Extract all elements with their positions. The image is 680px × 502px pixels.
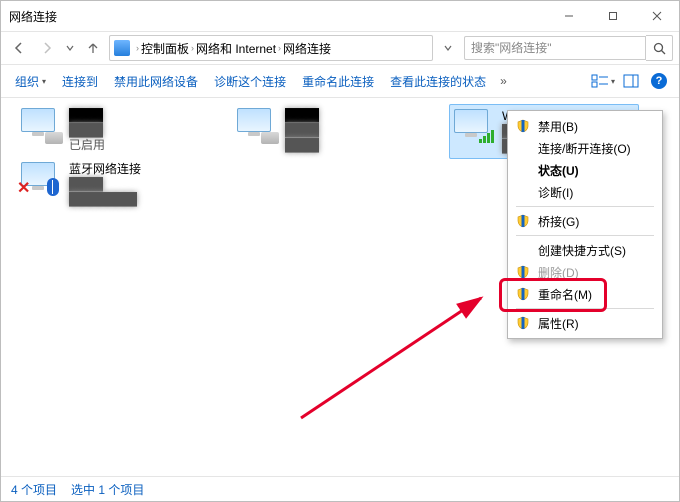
disable-device-button[interactable]: 禁用此网络设备 <box>108 70 204 93</box>
chevron-down-icon: ▾ <box>42 77 46 86</box>
shield-icon <box>516 316 530 330</box>
breadcrumb-item[interactable]: 网络连接 <box>283 40 331 57</box>
up-button[interactable] <box>81 36 105 60</box>
close-button[interactable] <box>635 1 679 31</box>
connection-item[interactable]: ████ ████ 已启用 <box>17 104 225 157</box>
connect-to-button[interactable]: 连接到 <box>56 70 104 93</box>
view-status-button[interactable]: 查看此连接的状态 <box>384 70 492 93</box>
chevron-right-icon: › <box>278 43 281 53</box>
view-options-button[interactable]: ▾ <box>591 69 615 93</box>
window-title: 网络连接 <box>9 8 57 25</box>
ctx-connect[interactable]: 连接/断开连接(O) <box>510 137 660 159</box>
connection-name: ████ <box>285 108 319 123</box>
ctx-bridge[interactable]: 桥接(G) <box>510 210 660 232</box>
search-input[interactable]: 搜索"网络连接" <box>464 36 646 60</box>
ethernet-icon <box>237 108 277 142</box>
bluetooth-icon: ✕ <box>21 162 61 196</box>
connection-status: ████ <box>285 138 319 153</box>
ctx-disable[interactable]: 禁用(B) <box>510 115 660 137</box>
connection-item[interactable]: ████ ████ ████ <box>233 104 441 157</box>
menu-separator <box>516 206 654 207</box>
shield-icon <box>516 265 530 279</box>
forward-button[interactable] <box>35 36 59 60</box>
rename-button[interactable]: 重命名此连接 <box>296 70 380 93</box>
connection-detail: ████ <box>69 123 105 138</box>
context-menu: 禁用(B) 连接/断开连接(O) 状态(U) 诊断(I) 桥接(G) 创建快捷方… <box>507 110 663 339</box>
ctx-status[interactable]: 状态(U) <box>510 159 660 181</box>
toolbar-overflow-button[interactable]: » <box>496 74 511 88</box>
chevron-right-icon: › <box>191 43 194 53</box>
ctx-delete: 删除(D) <box>510 261 660 283</box>
organize-button[interactable]: 组织▾ <box>9 70 52 93</box>
ctx-rename[interactable]: 重命名(M) <box>510 283 660 305</box>
refresh-button[interactable] <box>436 36 460 60</box>
breadcrumb[interactable]: › 控制面板 › 网络和 Internet › 网络连接 <box>109 35 433 61</box>
preview-pane-button[interactable] <box>619 69 643 93</box>
status-selected-count: 选中 1 个项目 <box>71 481 144 498</box>
disabled-x-icon: ✕ <box>17 178 30 198</box>
connection-status: 已启用 <box>69 138 105 153</box>
shield-icon <box>516 287 530 301</box>
wifi-icon <box>454 109 494 143</box>
search-button[interactable] <box>646 35 673 61</box>
recent-locations-button[interactable] <box>63 36 77 60</box>
ctx-diagnose[interactable]: 诊断(I) <box>510 181 660 203</box>
chevron-right-icon: › <box>136 43 139 53</box>
breadcrumb-item[interactable]: 网络和 Internet <box>196 40 276 57</box>
back-button[interactable] <box>7 36 31 60</box>
help-button[interactable]: ? <box>647 69 671 93</box>
ctx-properties[interactable]: 属性(R) <box>510 312 660 334</box>
shield-icon <box>516 214 530 228</box>
status-item-count: 4 个项目 <box>11 481 57 498</box>
shield-icon <box>516 119 530 133</box>
breadcrumb-item[interactable]: 控制面板 <box>141 40 189 57</box>
connection-item[interactable]: ✕ 蓝牙网络连接 ████ ████████ <box>17 158 225 211</box>
connection-status: ████████ <box>69 192 141 207</box>
connection-name: ████ <box>69 108 105 123</box>
maximize-button[interactable] <box>591 1 635 31</box>
connection-detail: ████ <box>69 177 141 192</box>
menu-separator <box>516 308 654 309</box>
connection-name: 蓝牙网络连接 <box>69 162 141 177</box>
annotation-arrow <box>281 268 521 438</box>
menu-separator <box>516 235 654 236</box>
ethernet-icon <box>21 108 61 142</box>
connection-detail: ████ <box>285 123 319 138</box>
control-panel-icon <box>114 40 130 56</box>
minimize-button[interactable] <box>547 1 591 31</box>
diagnose-button[interactable]: 诊断这个连接 <box>208 70 292 93</box>
ctx-shortcut[interactable]: 创建快捷方式(S) <box>510 239 660 261</box>
